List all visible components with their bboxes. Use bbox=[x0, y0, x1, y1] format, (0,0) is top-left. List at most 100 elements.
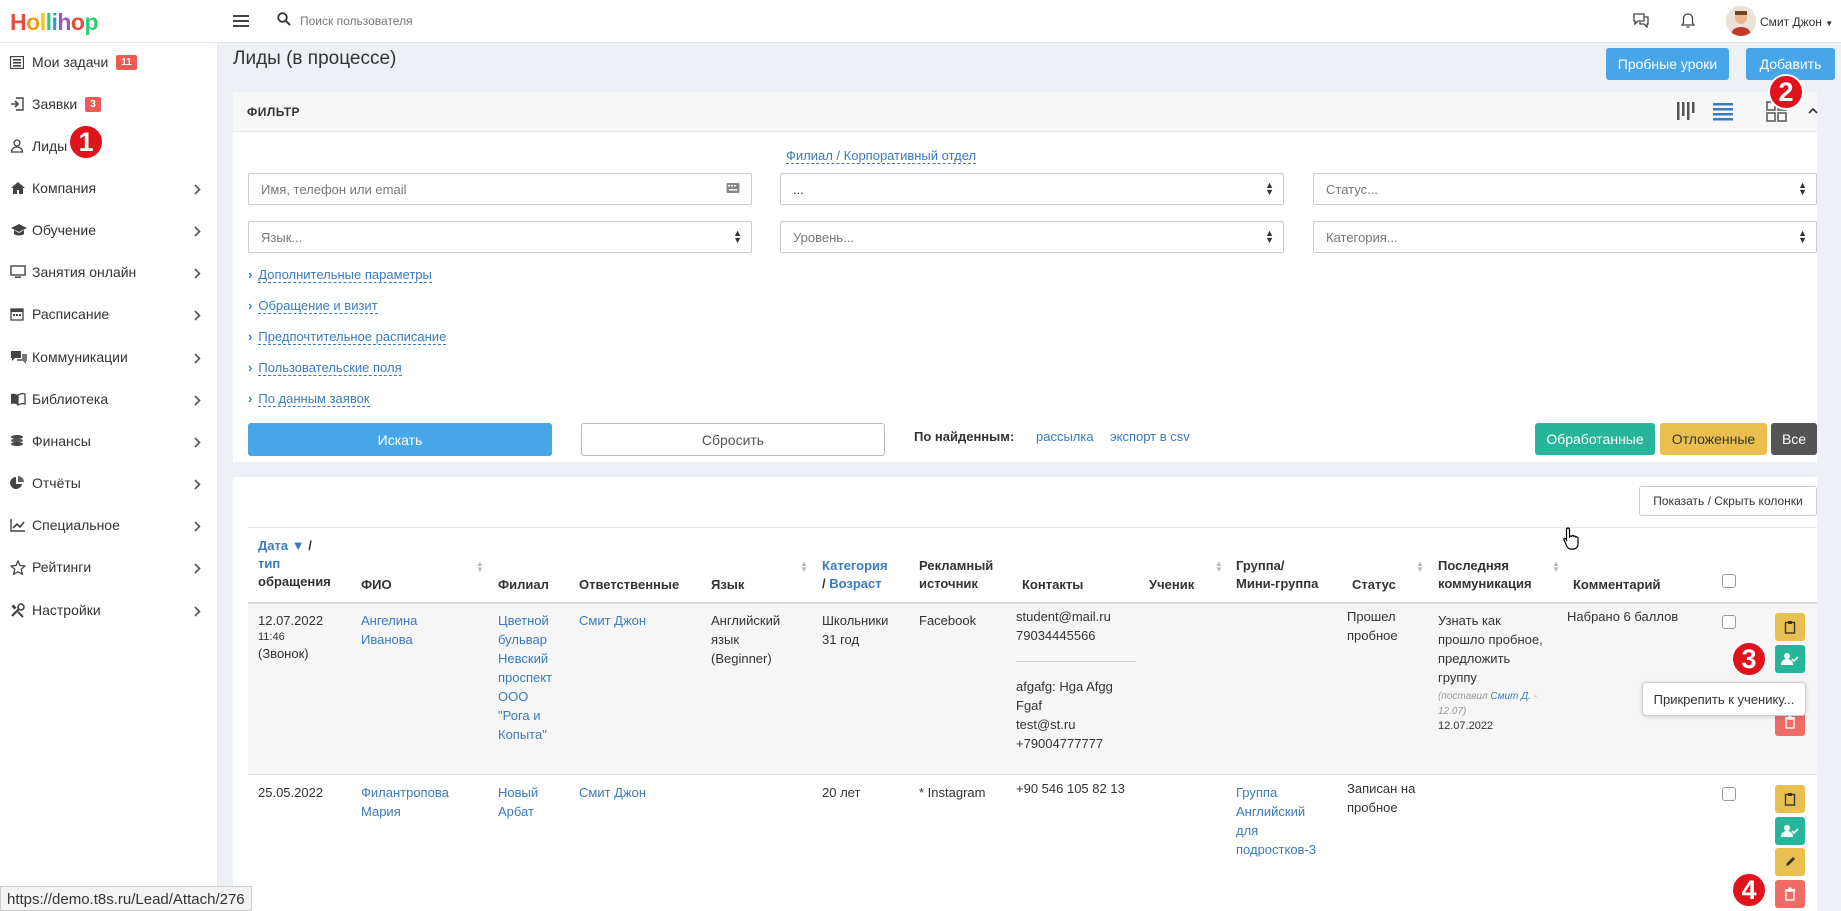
sidebar-item-label: Занятия онлайн bbox=[32, 264, 137, 280]
header-fio[interactable]: ФИО bbox=[361, 576, 392, 594]
bell-icon[interactable] bbox=[1680, 12, 1696, 32]
header-last-communication[interactable]: Последняя коммуникация bbox=[1438, 557, 1532, 593]
sidebar-item-8[interactable]: Коммуникации bbox=[0, 339, 218, 375]
sidebar-item-3[interactable]: Лиды bbox=[0, 128, 218, 164]
search-button[interactable]: Искать bbox=[248, 423, 552, 456]
all-button[interactable]: Все bbox=[1771, 423, 1817, 455]
lead-name-link[interactable]: Филантропова Мария bbox=[361, 783, 449, 821]
attach-to-student-button[interactable] bbox=[1775, 645, 1805, 673]
filter-section-toggle[interactable]: › Пользовательские поля bbox=[248, 360, 402, 376]
sidebar-item-6[interactable]: Занятия онлайн bbox=[0, 254, 218, 290]
chevron-up-icon[interactable] bbox=[1808, 104, 1818, 119]
header-student[interactable]: Ученик bbox=[1149, 576, 1194, 594]
lead-branch-link[interactable]: Новый Арбат bbox=[498, 783, 538, 821]
sidebar-item-1[interactable]: Мои задачи 11 bbox=[0, 44, 218, 80]
sidebar-item-2[interactable]: Заявки 3 bbox=[0, 86, 218, 122]
filter-section-toggle[interactable]: › По данным заявок bbox=[248, 391, 370, 407]
export-csv-link[interactable]: экспорт в csv bbox=[1110, 429, 1190, 444]
language-select[interactable]: Язык... ▲ ▼ bbox=[248, 221, 752, 253]
user-search-input[interactable] bbox=[300, 10, 600, 32]
menu-toggle-icon[interactable] bbox=[233, 12, 249, 28]
filter-section-label[interactable]: Дополнительные параметры bbox=[258, 267, 432, 283]
filter-section-toggle[interactable]: › Обращение и визит bbox=[248, 298, 378, 314]
lead-date: 25.05.2022 bbox=[258, 785, 324, 800]
sidebar-item-label: Заявки bbox=[32, 96, 78, 112]
chevron-right-icon bbox=[194, 393, 201, 409]
header-status[interactable]: Статус bbox=[1352, 576, 1396, 594]
filter-section-label[interactable]: По данным заявок bbox=[258, 391, 370, 407]
hand-cursor-icon bbox=[1563, 526, 1581, 553]
branch-select[interactable]: ... ▲ ▼ bbox=[780, 173, 1284, 205]
filter-section-label[interactable]: Обращение и визит bbox=[258, 298, 378, 314]
avatar[interactable] bbox=[1726, 6, 1756, 36]
select-arrows-icon: ▲ ▼ bbox=[1798, 180, 1807, 197]
lead-group-link[interactable]: Группа Английский для подростков-3 bbox=[1236, 783, 1316, 859]
sidebar-item-label: Мои задачи bbox=[32, 54, 109, 70]
filter-section-label[interactable]: Пользовательские поля bbox=[258, 360, 402, 376]
sidebar-item-10[interactable]: Финансы bbox=[0, 423, 218, 459]
header-category-age[interactable]: Категория / Возраст bbox=[822, 557, 888, 593]
sidebar-item-12[interactable]: Специальное bbox=[0, 507, 218, 543]
task-button[interactable] bbox=[1775, 785, 1805, 813]
trial-lessons-button[interactable]: Пробные уроки bbox=[1606, 48, 1729, 80]
sidebar-item-7[interactable]: Расписание bbox=[0, 296, 218, 332]
logo-letter: o bbox=[26, 9, 40, 35]
status-select[interactable]: Статус... ▲ ▼ bbox=[1313, 173, 1817, 205]
hollihop-logo[interactable]: Hollihop bbox=[10, 9, 99, 36]
chevron-right-icon bbox=[194, 182, 201, 198]
task-button[interactable] bbox=[1775, 613, 1805, 641]
chat-icon[interactable] bbox=[1632, 12, 1650, 31]
attach-to-student-button[interactable] bbox=[1775, 817, 1805, 845]
contacts-divider bbox=[1016, 661, 1136, 662]
postponed-button[interactable]: Отложенные bbox=[1660, 423, 1767, 455]
marker-3: 3 bbox=[1731, 641, 1767, 677]
lead-responsible-link[interactable]: Смит Джон bbox=[579, 783, 646, 802]
status-bar-url: https://demo.t8s.ru/Lead/Attach/276 bbox=[0, 886, 252, 911]
filter-section-label[interactable]: Предпочтительное расписание bbox=[258, 329, 447, 345]
delete-button[interactable] bbox=[1775, 880, 1805, 908]
header-contacts: Контакты bbox=[1022, 577, 1084, 592]
category-select[interactable]: Категория... ▲ ▼ bbox=[1313, 221, 1817, 253]
sidebar-item-14[interactable]: Настройки bbox=[0, 592, 218, 628]
chevron-right-icon bbox=[194, 604, 201, 620]
select-all-checkbox[interactable] bbox=[1722, 574, 1736, 588]
sort-icon[interactable]: ▲ ▼ bbox=[476, 560, 484, 574]
keyboard-icon[interactable] bbox=[726, 182, 740, 197]
processed-button[interactable]: Обработанные bbox=[1535, 423, 1655, 455]
level-select[interactable]: Уровень... ▲ ▼ bbox=[780, 221, 1284, 253]
sidebar-item-11[interactable]: Отчёты bbox=[0, 465, 218, 501]
calendar-icon bbox=[10, 307, 30, 321]
sidebar-item-9[interactable]: Библиотека bbox=[0, 381, 218, 417]
sort-icon[interactable]: ▲ ▼ bbox=[1215, 560, 1223, 574]
sort-icon[interactable]: ▲ ▼ bbox=[800, 560, 808, 574]
chevron-right-icon bbox=[194, 308, 201, 324]
sort-icon[interactable]: ▲ ▼ bbox=[1552, 560, 1560, 574]
row-checkbox[interactable] bbox=[1722, 615, 1736, 629]
mailing-link[interactable]: рассылка bbox=[1036, 429, 1094, 444]
column-view-icon[interactable] bbox=[1676, 100, 1698, 125]
lead-responsible-link[interactable]: Смит Джон bbox=[579, 611, 646, 630]
toggle-columns-button[interactable]: Показать / Скрыть колонки bbox=[1639, 486, 1817, 516]
filter-section-toggle[interactable]: › Дополнительные параметры bbox=[248, 267, 432, 283]
edit-button[interactable] bbox=[1775, 848, 1805, 876]
user-name[interactable]: Смит Джон ▼ bbox=[1760, 15, 1833, 29]
reset-button[interactable]: Сбросить bbox=[581, 423, 885, 456]
chevron-right-icon bbox=[194, 561, 201, 577]
name-phone-email-input[interactable]: Имя, телефон или email bbox=[248, 173, 752, 205]
lead-name-link[interactable]: Ангелина Иванова bbox=[361, 611, 417, 649]
lead-branch-link[interactable]: Цветной бульвар Невский проспект ООО "Рога иК… bbox=[498, 611, 552, 744]
lead-ad-source: * Instagram bbox=[919, 785, 986, 800]
sidebar-item-4[interactable]: Компания bbox=[0, 170, 218, 206]
header-language[interactable]: Язык bbox=[711, 576, 744, 594]
list-view-icon[interactable] bbox=[1712, 100, 1734, 125]
lead-status: Записан на пробное bbox=[1347, 781, 1416, 815]
row-checkbox[interactable] bbox=[1722, 787, 1736, 801]
sidebar-item-5[interactable]: Обучение bbox=[0, 212, 218, 248]
sidebar-item-13[interactable]: Рейтинги bbox=[0, 549, 218, 585]
pie-chart-icon bbox=[10, 476, 30, 490]
branch-department-link[interactable]: Филиал / Корпоративный отдел bbox=[786, 148, 977, 164]
filter-section-toggle[interactable]: › Предпочтительное расписание bbox=[248, 329, 447, 345]
sign-in-icon bbox=[10, 97, 30, 111]
header-date[interactable]: Дата ▼ / тип обращения bbox=[258, 537, 331, 591]
sort-icon[interactable]: ▲ ▼ bbox=[1416, 560, 1424, 574]
